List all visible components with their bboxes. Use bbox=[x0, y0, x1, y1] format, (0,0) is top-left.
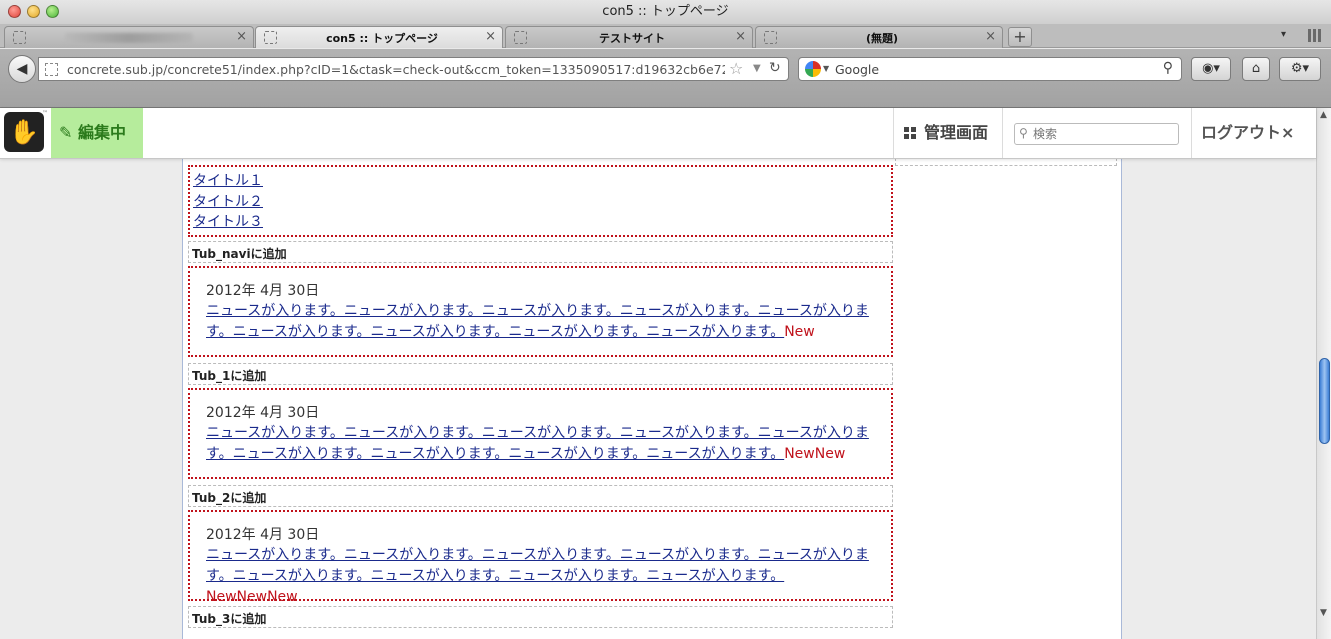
window-controls bbox=[8, 5, 59, 18]
main-content: タイトル１ タイトル２ タイトル３ Tub_naviに追加 2012年 4月 3… bbox=[182, 159, 1122, 639]
new-tab-button[interactable]: + bbox=[1008, 27, 1032, 47]
scroll-thumb[interactable] bbox=[1319, 358, 1330, 444]
tab-close-icon[interactable]: × bbox=[236, 29, 247, 44]
zoom-window-button[interactable] bbox=[46, 5, 59, 18]
news-block-2[interactable]: 2012年 4月 30日 ニュースが入ります。ニュースが入ります。ニュースが入り… bbox=[188, 388, 893, 479]
scroll-down-arrow-icon[interactable]: ▼ bbox=[1320, 608, 1327, 618]
add-to-area-tub-3[interactable]: Tub_3に追加 bbox=[188, 606, 893, 628]
window-title: con5 :: トップページ bbox=[602, 4, 729, 19]
edit-mode-label: 編集中 bbox=[77, 123, 126, 142]
divider bbox=[893, 108, 894, 158]
add-to-area-tub-2[interactable]: Tub_2に追加 bbox=[188, 485, 893, 507]
window-titlebar: con5 :: トップページ bbox=[0, 0, 1331, 24]
cms-search-input[interactable] bbox=[1033, 125, 1173, 143]
page-icon bbox=[764, 31, 777, 44]
screenshot-button[interactable]: ◉▾ bbox=[1191, 57, 1231, 81]
new-badge: NewNewNew bbox=[206, 589, 298, 605]
divider bbox=[1191, 108, 1192, 158]
logout-button[interactable]: ログアウト× bbox=[1201, 108, 1294, 158]
tab-1[interactable]: × bbox=[4, 26, 254, 48]
reload-icon[interactable]: ↻ bbox=[769, 60, 781, 76]
tab-2[interactable]: con5 :: トップページ × bbox=[255, 26, 503, 48]
tab-title: テストサイト bbox=[599, 32, 665, 45]
nav-link-title-3[interactable]: タイトル３ bbox=[193, 212, 888, 233]
bookmark-star-icon[interactable]: ☆ bbox=[729, 59, 743, 78]
nav-link-title-1[interactable]: タイトル１ bbox=[193, 171, 888, 192]
news-block-3[interactable]: 2012年 4月 30日 ニュースが入ります。ニュースが入ります。ニュースが入り… bbox=[188, 510, 893, 605]
new-badge: NewNew bbox=[784, 446, 846, 462]
search-icon[interactable]: ⚲ bbox=[1163, 60, 1173, 76]
minimize-window-button[interactable] bbox=[27, 5, 40, 18]
tab-title: (無題) bbox=[865, 32, 899, 45]
search-engine-label[interactable]: Google bbox=[835, 62, 879, 77]
news-date: 2012年 4月 30日 bbox=[206, 405, 320, 421]
page-viewport: タイトル１ タイトル２ タイトル３ Tub_naviに追加 2012年 4月 3… bbox=[0, 159, 1316, 639]
tab-grid-icon[interactable] bbox=[1308, 29, 1322, 42]
news-link[interactable]: ニュースが入ります。ニュースが入ります。ニュースが入ります。ニュースが入ります。… bbox=[206, 425, 869, 462]
tab-title: con5 :: トップページ bbox=[326, 32, 438, 45]
nav-link-title-2[interactable]: タイトル２ bbox=[193, 192, 888, 213]
pencil-icon: ✎ bbox=[59, 123, 78, 142]
tab-4[interactable]: (無題) × bbox=[755, 26, 1003, 48]
engine-dropdown-icon[interactable]: ▼ bbox=[823, 64, 829, 73]
tab-close-icon[interactable]: × bbox=[985, 29, 996, 44]
close-window-button[interactable] bbox=[8, 5, 21, 18]
tab-list-icon[interactable]: ▾ bbox=[1281, 29, 1286, 40]
browser-toolbar: ◀ concrete.sub.jp/concrete51/index.php?c… bbox=[0, 49, 1331, 108]
news-link[interactable]: ニュースが入ります。ニュースが入ります。ニュースが入ります。ニュースが入ります。… bbox=[206, 303, 869, 340]
tab-bar: × con5 :: トップページ × テストサイト × (無題) × + ▾ bbox=[0, 24, 1331, 48]
edit-mode-button[interactable]: ✎ 編集中 bbox=[51, 108, 143, 158]
tab-close-icon[interactable]: × bbox=[485, 29, 496, 44]
vertical-scrollbar[interactable]: ▲ ▼ bbox=[1316, 108, 1331, 639]
news-body: ニュースが入ります。ニュースが入ります。ニュースが入ります。ニュースが入ります。… bbox=[206, 301, 875, 343]
add-to-area-tub-1[interactable]: Tub_1に追加 bbox=[188, 363, 893, 385]
home-button[interactable]: ⌂ bbox=[1242, 57, 1270, 81]
url-bar[interactable]: concrete.sub.jp/concrete51/index.php?cID… bbox=[38, 57, 789, 81]
add-to-area-tub-navi[interactable]: Tub_naviに追加 bbox=[188, 241, 893, 263]
addon-button[interactable]: ⚙▾ bbox=[1279, 57, 1321, 81]
news-date: 2012年 4月 30日 bbox=[206, 527, 320, 543]
news-date: 2012年 4月 30日 bbox=[206, 283, 320, 299]
cms-search-field[interactable]: ⚲ bbox=[1014, 123, 1179, 145]
sidebar-area[interactable] bbox=[895, 159, 1117, 166]
tab-title-blurred bbox=[65, 33, 193, 43]
back-button[interactable]: ◀ bbox=[8, 55, 36, 83]
divider bbox=[1002, 108, 1003, 158]
history-dropdown-icon[interactable]: ▼ bbox=[753, 63, 761, 74]
page-icon bbox=[264, 31, 277, 44]
new-badge: New bbox=[784, 324, 815, 340]
scroll-up-arrow-icon[interactable]: ▲ bbox=[1320, 110, 1327, 120]
news-body: ニュースが入ります。ニュースが入ります。ニュースが入ります。ニュースが入ります。… bbox=[206, 545, 875, 608]
dashboard-button[interactable]: 管理画面 bbox=[904, 108, 988, 158]
search-icon: ⚲ bbox=[1019, 126, 1028, 140]
news-body: ニュースが入ります。ニュースが入ります。ニュースが入ります。ニュースが入ります。… bbox=[206, 423, 875, 465]
tab-close-icon[interactable]: × bbox=[735, 29, 746, 44]
news-link[interactable]: ニュースが入ります。ニュースが入ります。ニュースが入ります。ニュースが入ります。… bbox=[206, 547, 869, 584]
page-icon bbox=[13, 31, 26, 44]
google-icon[interactable] bbox=[805, 61, 821, 77]
site-identity-icon[interactable] bbox=[45, 63, 58, 76]
news-block-1[interactable]: 2012年 4月 30日 ニュースが入ります。ニュースが入ります。ニュースが入り… bbox=[188, 266, 893, 357]
trademark-mark: ™ bbox=[42, 110, 48, 117]
title-nav-block[interactable]: タイトル１ タイトル２ タイトル３ bbox=[188, 165, 893, 237]
concrete5-logo-icon[interactable]: ✋ bbox=[4, 112, 44, 152]
grid-icon bbox=[904, 127, 916, 139]
cms-toolbar: ✋ ™ ✎ 編集中 管理画面 ⚲ ログアウト× bbox=[0, 108, 1316, 159]
logout-close-icon: × bbox=[1281, 123, 1295, 142]
url-text[interactable]: concrete.sub.jp/concrete51/index.php?cID… bbox=[67, 62, 725, 77]
dashboard-label: 管理画面 bbox=[924, 123, 989, 142]
logout-label: ログアウト bbox=[1201, 123, 1282, 142]
tab-3[interactable]: テストサイト × bbox=[505, 26, 753, 48]
page-icon bbox=[514, 31, 527, 44]
search-bar[interactable]: ▼ Google ⚲ bbox=[798, 57, 1182, 81]
